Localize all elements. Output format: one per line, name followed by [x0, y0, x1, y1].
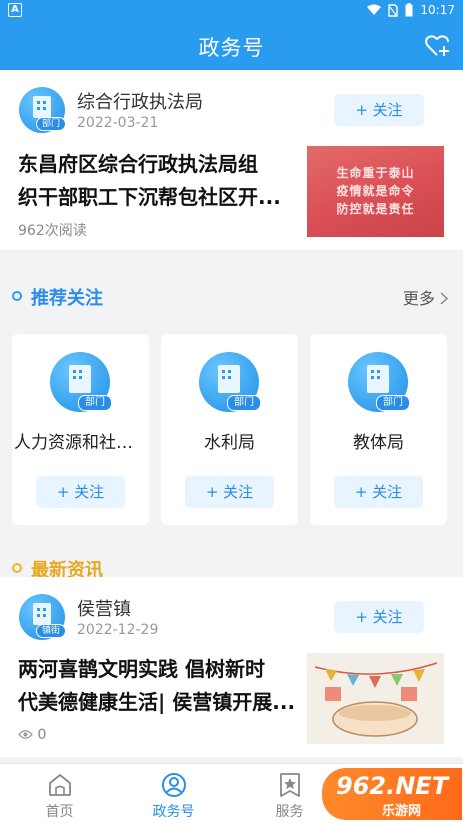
site-watermark: 962.NET 乐游网 [322, 768, 462, 820]
no-sim-icon [388, 3, 399, 17]
read-count: 962次阅读 [18, 223, 87, 239]
headline-line-1: 两河喜鹊文明实践 倡树新时 [18, 657, 265, 681]
recommend-tile[interactable]: 部门 人力资源和社会... + 关注 [12, 334, 149, 525]
building-icon [33, 603, 51, 625]
org-name[interactable]: 侯营镇 [77, 595, 131, 621]
headline-line-2: 代美德健康生活| 侯营镇开展... [18, 690, 296, 714]
more-label: 更多 [402, 289, 435, 308]
nav-gov-account-label: 政务号 [152, 804, 195, 820]
tile-name: 人力资源和社会... [14, 433, 149, 453]
section-dot-icon [12, 563, 22, 573]
org-avatar: 部门 [50, 352, 112, 412]
article-headline[interactable]: 两河喜鹊文明实践 倡树新时 代美德健康生活| 侯营镇开展... [18, 653, 303, 719]
tile-name: 水利局 [204, 433, 255, 453]
publish-date: 2022-03-21 [77, 115, 159, 131]
org-tag: 部门 [36, 117, 66, 131]
follow-button[interactable]: + 关注 [185, 476, 274, 508]
nav-gov-account[interactable]: 政务号 [116, 764, 231, 823]
building-icon [69, 365, 91, 393]
more-link[interactable]: 更多 [403, 285, 449, 309]
thumbnail-text-1: 生命重于泰山 [336, 166, 415, 180]
recommend-title: 推荐关注 [31, 288, 103, 309]
follow-button[interactable]: + 关注 [334, 601, 424, 633]
building-icon [367, 365, 389, 393]
status-bar: A 10:17 [0, 0, 463, 22]
org-tag: 部门 [376, 395, 410, 411]
follow-button[interactable]: + 关注 [334, 476, 423, 508]
recommend-tile[interactable]: 部门 教体局 + 关注 [310, 334, 447, 525]
org-name[interactable]: 综合行政执法局 [77, 88, 203, 114]
recommend-section-header: 推荐关注 更多 [0, 272, 463, 320]
article-thumbnail[interactable]: 生命重于泰山 疫情就是命令 防控就是责任 [307, 146, 444, 237]
org-avatar[interactable]: 部门 [19, 87, 66, 133]
org-avatar[interactable]: 镇街 [19, 594, 66, 640]
org-avatar: 部门 [199, 352, 261, 412]
thumbnail-text-3: 防控就是责任 [336, 202, 415, 216]
title-bar: 政务号 [0, 22, 463, 70]
watermark-logo: 962.NET [336, 772, 449, 800]
org-tag: 部门 [227, 395, 261, 411]
nav-home-label: 首页 [45, 804, 74, 820]
org-tag: 部门 [78, 395, 112, 411]
view-count: 0 [18, 727, 46, 743]
thumbnail-text-2: 疫情就是命令 [336, 184, 415, 198]
org-avatar: 部门 [348, 352, 410, 412]
watermark-name: 乐游网 [382, 804, 422, 819]
headline-line-1: 东昌府区综合行政执法局组 [18, 152, 258, 176]
thumbnail-drawing [314, 662, 438, 737]
clock: 10:17 [420, 3, 455, 17]
building-icon [33, 96, 51, 118]
view-count-value: 0 [37, 727, 47, 743]
article-thumbnail[interactable] [307, 653, 444, 744]
notification-icon: A [8, 3, 22, 17]
org-tag: 镇街 [36, 624, 66, 638]
section-dot-icon [12, 291, 22, 301]
page-title: 政务号 [198, 36, 265, 60]
article-headline[interactable]: 东昌府区综合行政执法局组 织干部职工下沉帮包社区开... [18, 148, 303, 214]
wifi-icon [367, 4, 382, 15]
service-star-icon [280, 773, 300, 797]
home-icon [49, 774, 71, 796]
publish-date: 2022-12-29 [77, 622, 159, 638]
recommend-tile[interactable]: 部门 水利局 + 关注 [161, 334, 298, 525]
nav-home[interactable]: 首页 [2, 764, 117, 823]
tile-name: 教体局 [353, 433, 404, 453]
chevron-right-icon [440, 292, 449, 305]
headline-line-2: 织干部职工下沉帮包社区开... [18, 185, 281, 209]
eye-icon [18, 730, 33, 739]
follow-button[interactable]: + 关注 [334, 94, 424, 126]
heart-plus-icon[interactable] [425, 34, 451, 58]
battery-icon [405, 3, 413, 17]
follow-button[interactable]: + 关注 [36, 476, 125, 508]
gov-account-icon [162, 773, 186, 797]
building-icon [218, 365, 240, 393]
